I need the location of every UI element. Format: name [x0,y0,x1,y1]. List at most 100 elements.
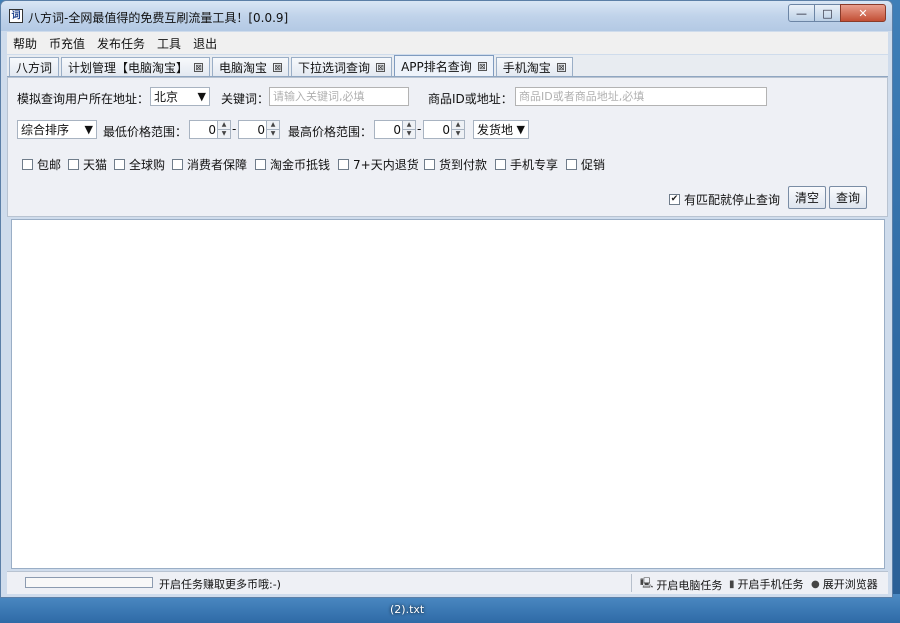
tab-close-icon[interactable]: ⊠ [556,62,566,72]
desktop-file-label[interactable]: (2).txt [390,603,424,616]
mobile-task-label: 开启手机任务 [737,578,804,591]
range-dash: - [417,122,422,136]
menu-tools[interactable]: 工具 [151,35,187,52]
stepper-value: 0 [208,123,216,137]
min-price-to-stepper[interactable]: 0 ▲ ▼ [238,120,280,139]
min-price-from-stepper[interactable]: 0 ▲ ▼ [189,120,231,139]
location-label: 模拟查询用户所在地址： [17,92,150,106]
checkbox-icon[interactable] [114,159,125,170]
start-mobile-task-button[interactable]: ▮ 开启手机任务 [729,576,804,592]
sort-select[interactable]: 综合排序 ▼ [17,120,97,139]
query-panel: 模拟查询用户所在地址： 北京 ▼ 关键词： 商品ID或地址： 综合排序 ▼ 最低… [7,77,888,217]
filter-label: 货到付款 [439,158,488,172]
tab-pc-taobao[interactable]: 电脑淘宝 ⊠ [212,57,290,76]
tab-bar: 八方词 计划管理【电脑淘宝】 ⊠ 电脑淘宝 ⊠ 下拉选词查询 ⊠ APP排名查询… [7,55,888,77]
results-area[interactable] [11,219,885,569]
filter-global[interactable]: 全球购 [114,156,165,173]
checkbox-icon[interactable] [172,159,183,170]
filter-tmall[interactable]: 天猫 [68,156,107,173]
tab-bafangci[interactable]: 八方词 [9,57,60,76]
min-price-label: 最低价格范围： [103,125,188,139]
query-button[interactable]: 查询 [829,186,867,209]
filter-7day-return[interactable]: 7+天内退货 [338,156,419,173]
menu-exit[interactable]: 退出 [187,35,223,52]
checkbox-icon[interactable] [566,159,577,170]
checkbox-icon[interactable] [68,159,79,170]
checkbox-icon[interactable] [22,159,33,170]
window-controls: — □ ✕ [788,4,886,22]
menu-recharge[interactable]: 币充值 [43,35,91,52]
filter-free-shipping[interactable]: 包邮 [22,156,61,173]
tab-label: 计划管理【电脑淘宝】 [68,60,189,75]
filter-label: 7+天内退货 [353,158,419,172]
location-value: 北京 [154,90,179,104]
browser-icon: ● [811,578,820,590]
stepper-up-icon[interactable]: ▲ [403,121,415,130]
clear-button[interactable]: 清空 [788,186,826,209]
menu-publish-task[interactable]: 发布任务 [91,35,151,52]
checkbox-icon[interactable] [338,159,349,170]
location-select[interactable]: 北京 ▼ [150,87,210,106]
stepper-down-icon[interactable]: ▼ [218,130,230,138]
filter-label: 手机专享 [510,158,559,172]
status-message: 开启任务赚取更多币哦:-) [159,578,281,591]
filter-cod[interactable]: 货到付款 [424,156,487,173]
maximize-button[interactable]: □ [814,4,841,22]
tab-app-ranking[interactable]: APP排名查询 ⊠ [394,55,494,76]
tab-close-icon[interactable]: ⊠ [376,62,386,72]
start-pc-task-button[interactable]: 🖳 开启电脑任务 [640,576,722,593]
stepper-down-icon[interactable]: ▼ [403,130,415,138]
stepper-up-icon[interactable]: ▲ [452,121,464,130]
max-price-from-stepper[interactable]: 0 ▲ ▼ [374,120,416,139]
stop-on-match-checkbox[interactable]: ✔ 有匹配就停止查询 [669,191,780,208]
tab-close-icon[interactable]: ⊠ [477,61,487,71]
filter-taojinbi[interactable]: 淘金币抵钱 [255,156,330,173]
checkbox-icon[interactable] [255,159,266,170]
checkmark-icon[interactable]: ✔ [669,194,680,205]
product-id-input[interactable] [515,87,767,106]
stepper-down-icon[interactable]: ▼ [267,130,279,138]
computer-icon: 🖳 [640,578,654,589]
tab-dropdown-keyword[interactable]: 下拉选词查询 ⊠ [291,57,393,76]
tab-label: 下拉选词查询 [298,60,371,75]
minimize-button[interactable]: — [788,4,815,22]
filter-mobile-exclusive[interactable]: 手机专享 [495,156,558,173]
keyword-label: 关键词： [221,92,270,106]
tab-close-icon[interactable]: ⊠ [273,62,283,72]
filter-label: 淘金币抵钱 [270,158,331,172]
menu-bar: 帮助 币充值 发布任务 工具 退出 [7,32,888,54]
keyword-input[interactable] [269,87,409,106]
stepper-up-icon[interactable]: ▲ [218,121,230,130]
status-divider [631,574,632,592]
stepper-value: 0 [393,123,401,137]
filter-consumer-protection[interactable]: 消费者保障 [172,156,247,173]
browser-label: 展开浏览器 [822,578,878,591]
ship-from-select[interactable]: 发货地 ▼ [473,120,529,139]
filter-label: 全球购 [129,158,166,172]
filter-promotion[interactable]: 促销 [566,156,605,173]
tab-label: 八方词 [16,60,53,75]
filter-label: 消费者保障 [187,158,248,172]
stepper-up-icon[interactable]: ▲ [267,121,279,130]
checkbox-icon[interactable] [495,159,506,170]
ship-from-value: 发货地 [477,123,514,137]
sort-value: 综合排序 [21,123,70,137]
expand-browser-button[interactable]: ● 展开浏览器 [811,576,878,592]
stepper-down-icon[interactable]: ▼ [452,130,464,138]
pc-task-label: 开启电脑任务 [656,578,723,592]
status-bar: 开启任务赚取更多币哦:-) 🖳 开启电脑任务 ▮ 开启手机任务 ● 展开浏览器 [7,571,888,594]
stop-on-match-label: 有匹配就停止查询 [684,193,781,207]
tab-plan-management[interactable]: 计划管理【电脑淘宝】 ⊠ [61,57,211,76]
product-label: 商品ID或地址： [428,92,513,106]
close-button[interactable]: ✕ [840,4,886,22]
tab-close-icon[interactable]: ⊠ [194,62,204,72]
chevron-down-icon: ▼ [197,90,206,103]
checkbox-icon[interactable] [424,159,435,170]
range-dash: - [232,122,237,136]
filter-label: 促销 [581,158,606,172]
max-price-to-stepper[interactable]: 0 ▲ ▼ [423,120,465,139]
title-bar[interactable]: 词 八方词-全网最值得的免费互刷流量工具！[0.0.9] — □ ✕ [1,1,892,31]
tab-mobile-taobao[interactable]: 手机淘宝 ⊠ [495,57,573,76]
menu-help[interactable]: 帮助 [7,35,43,52]
filter-label: 天猫 [83,158,108,172]
